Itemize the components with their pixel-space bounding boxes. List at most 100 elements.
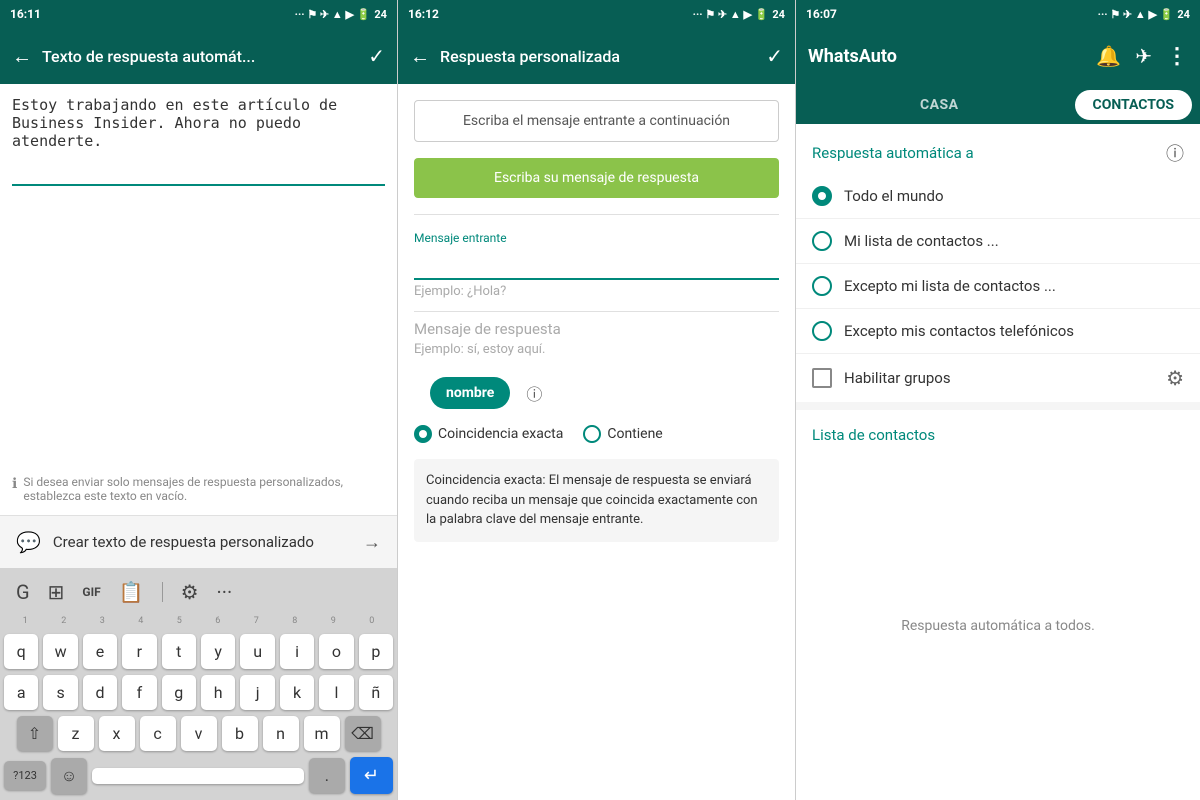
- key-x[interactable]: x: [99, 716, 135, 751]
- message-icon: 💬: [16, 530, 41, 554]
- key-f[interactable]: f: [122, 675, 156, 710]
- back-button-2[interactable]: ←: [410, 44, 430, 69]
- option-mi-lista[interactable]: Mi lista de contactos ...: [796, 219, 1200, 264]
- key-r[interactable]: r: [122, 634, 156, 669]
- response-field-section: Mensaje de respuesta Ejemplo: sí, estoy …: [398, 312, 795, 365]
- incoming-input[interactable]: [414, 249, 779, 280]
- p1-main-content: Estoy trabajando en este artículo de Bus…: [0, 84, 397, 568]
- key-m[interactable]: m: [304, 716, 340, 751]
- key-j[interactable]: j: [240, 675, 274, 710]
- status-time-3: 16:07: [806, 7, 837, 21]
- key-v[interactable]: v: [181, 716, 217, 751]
- tab-casa[interactable]: CASA: [804, 87, 1075, 123]
- key-s[interactable]: s: [43, 675, 77, 710]
- shift-key[interactable]: ⇧: [17, 716, 53, 751]
- incoming-placeholder: Ejemplo: ¿Hola?: [414, 280, 779, 303]
- symbol-key[interactable]: ?123: [4, 761, 46, 790]
- status-icons-3: ··· ⚑ ✈ ▲ ▶ 🔋 24: [1098, 8, 1190, 21]
- key-a[interactable]: a: [4, 675, 38, 710]
- key-q[interactable]: q: [4, 634, 38, 669]
- menu-icon[interactable]: ⋮: [1166, 44, 1188, 69]
- contains-radio[interactable]: [583, 425, 601, 443]
- response-message-btn[interactable]: Escriba su mensaje de respuesta: [414, 158, 779, 198]
- contains-option[interactable]: Contiene: [583, 425, 662, 443]
- key-n[interactable]: n: [263, 716, 299, 751]
- key-n-tilde[interactable]: ñ: [359, 675, 393, 710]
- option-label-1: Mi lista de contactos ...: [844, 232, 999, 250]
- num-3: 3: [83, 614, 122, 628]
- auto-reply-title-text: Respuesta automática a: [812, 144, 974, 162]
- period-key[interactable]: .: [309, 758, 345, 793]
- option-habilitar-grupos[interactable]: Habilitar grupos ⚙: [796, 354, 1200, 402]
- option-excepto-lista[interactable]: Excepto mi lista de contactos ...: [796, 264, 1200, 309]
- option-excepto-telefonicos[interactable]: Excepto mis contactos telefónicos: [796, 309, 1200, 354]
- nombre-row: nombre ⓘ: [398, 365, 795, 417]
- app-bar-icons: 🔔 ✈ ⋮: [1096, 44, 1188, 69]
- check-button-1[interactable]: ✓: [368, 44, 385, 68]
- app-bar-1: ← Texto de respuesta automát... ✓: [0, 28, 397, 84]
- tabs-bar: CASA CONTACTOS: [796, 84, 1200, 124]
- key-l[interactable]: l: [319, 675, 353, 710]
- p3-main-content: Respuesta automática a ⓘ Todo el mundo M…: [796, 124, 1200, 800]
- gear-icon-grupos[interactable]: ⚙: [1166, 366, 1184, 390]
- radio-excepto-telefonicos[interactable]: [812, 321, 832, 341]
- key-e[interactable]: e: [83, 634, 117, 669]
- emoji-key[interactable]: ☺: [51, 758, 87, 794]
- key-row-2: a s d f g h j k l ñ: [4, 675, 393, 710]
- radio-excepto-lista[interactable]: [812, 276, 832, 296]
- key-p[interactable]: p: [359, 634, 393, 669]
- radio-todo-el-mundo[interactable]: [812, 186, 832, 206]
- incoming-message-btn[interactable]: Escriba el mensaje entrante a continuaci…: [414, 100, 779, 142]
- settings-icon[interactable]: ⚙: [177, 578, 203, 606]
- exact-match-radio[interactable]: [414, 425, 432, 443]
- numbers-row: 1 2 3 4 5 6 7 8 9 0: [4, 614, 393, 628]
- reply-textarea[interactable]: Estoy trabajando en este artículo de Bus…: [12, 96, 385, 186]
- key-i[interactable]: i: [280, 634, 314, 669]
- key-g[interactable]: g: [162, 675, 196, 710]
- separator: [162, 582, 163, 602]
- check-button-2[interactable]: ✓: [766, 44, 783, 68]
- app-bar-2: ← Respuesta personalizada ✓: [398, 28, 795, 84]
- key-b[interactable]: b: [222, 716, 258, 751]
- key-d[interactable]: d: [83, 675, 117, 710]
- enter-key[interactable]: ↵: [350, 757, 393, 794]
- app-bar-title-1: Texto de respuesta automát...: [42, 47, 358, 66]
- gif-icon[interactable]: GIF: [78, 583, 104, 601]
- bell-icon[interactable]: 🔔: [1096, 44, 1121, 69]
- nombre-button[interactable]: nombre: [430, 377, 510, 409]
- key-t[interactable]: t: [162, 634, 196, 669]
- delete-key[interactable]: ⌫: [345, 716, 381, 751]
- key-c[interactable]: c: [140, 716, 176, 751]
- p2-main-content: Escriba el mensaje entrante a continuaci…: [398, 84, 795, 800]
- option-todo-el-mundo[interactable]: Todo el mundo: [796, 174, 1200, 219]
- checkbox-grupos[interactable]: [812, 368, 832, 388]
- key-u[interactable]: u: [240, 634, 274, 669]
- contact-list-title: Lista de contactos: [796, 410, 1200, 452]
- more-icon[interactable]: ···: [213, 578, 237, 606]
- info-icon-nombre[interactable]: ⓘ: [526, 381, 542, 405]
- sticker-icon[interactable]: ⊞: [44, 578, 69, 606]
- back-button-1[interactable]: ←: [12, 44, 32, 69]
- key-k[interactable]: k: [280, 675, 314, 710]
- send-icon[interactable]: ✈: [1135, 44, 1152, 69]
- tab-contactos[interactable]: CONTACTOS: [1075, 90, 1192, 120]
- create-custom-btn[interactable]: 💬 Crear texto de respuesta personalizado…: [0, 515, 397, 568]
- info-button-p3[interactable]: ⓘ: [1166, 140, 1184, 166]
- info-box-text: Coincidencia exacta: El mensaje de respu…: [426, 473, 758, 527]
- exact-match-option[interactable]: Coincidencia exacta: [414, 425, 563, 443]
- response-label: Mensaje de respuesta: [414, 320, 779, 338]
- space-key[interactable]: [92, 768, 304, 784]
- key-z[interactable]: z: [58, 716, 94, 751]
- num-8: 8: [276, 614, 315, 628]
- clipboard-icon[interactable]: 📋: [115, 578, 148, 606]
- key-w[interactable]: w: [43, 634, 77, 669]
- keyboard-rows: 1 2 3 4 5 6 7 8 9 0 q w e r t y u i: [4, 614, 393, 794]
- key-y[interactable]: y: [201, 634, 235, 669]
- key-row-3: ⇧ z x c v b n m ⌫: [4, 716, 393, 751]
- p1-hint: ℹ Si desea enviar solo mensajes de respu…: [0, 469, 397, 515]
- key-o[interactable]: o: [319, 634, 353, 669]
- key-h[interactable]: h: [201, 675, 235, 710]
- option-label-0: Todo el mundo: [844, 187, 944, 205]
- google-icon[interactable]: G: [12, 578, 34, 606]
- radio-mi-lista[interactable]: [812, 231, 832, 251]
